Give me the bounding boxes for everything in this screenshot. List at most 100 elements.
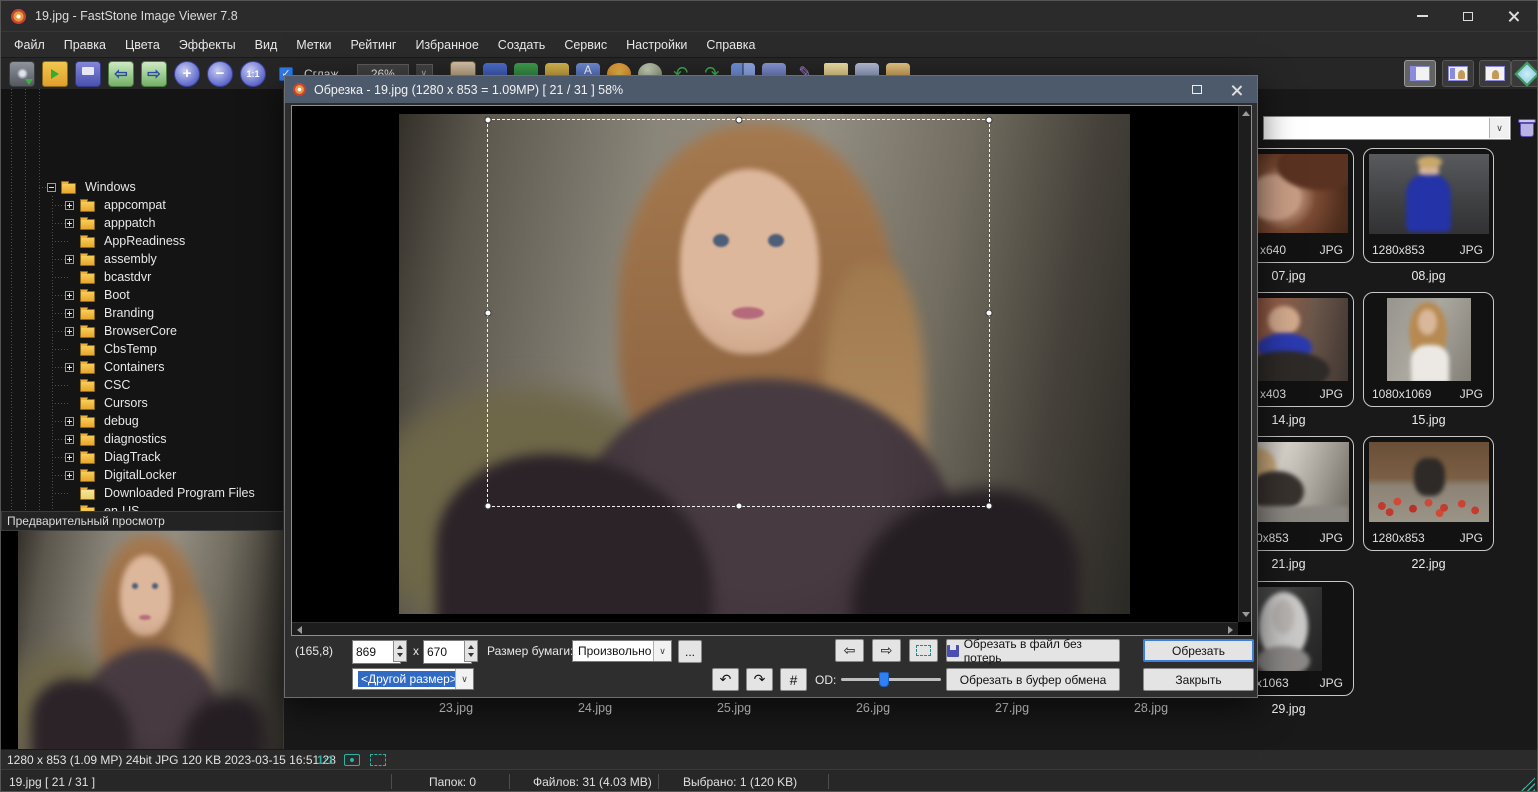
tree-item-Cursors[interactable]: Cursors <box>1 394 283 412</box>
tree-item-AppReadiness[interactable]: AppReadiness <box>1 232 283 250</box>
menu-item-3[interactable]: Эффекты <box>179 38 236 52</box>
fit-selection-icon[interactable] <box>370 754 386 766</box>
next-image-icon[interactable]: ⇨ <box>141 61 167 87</box>
next-image-button[interactable]: ⇨ <box>872 639 901 662</box>
size-preset-combobox[interactable]: <Другой размер> ∨ <box>352 668 474 690</box>
od-slider-track[interactable] <box>841 678 941 681</box>
prev-image-button[interactable]: ⇦ <box>835 639 864 662</box>
file-label-25.jpg[interactable]: 25.jpg <box>717 701 751 715</box>
lossless-crop-button[interactable]: Обрезать в файл без потерь <box>946 639 1120 662</box>
tree-item-DiagTrack[interactable]: DiagTrack <box>1 448 283 466</box>
crop-handle-w[interactable] <box>485 310 492 317</box>
open-folder-icon[interactable] <box>42 61 68 87</box>
tree-item-Downloaded Program Files[interactable]: Downloaded Program Files <box>1 484 283 502</box>
tree-item-DigitalLocker[interactable]: DigitalLocker <box>1 466 283 484</box>
menu-item-4[interactable]: Вид <box>255 38 278 52</box>
collapse-toggle-icon[interactable] <box>47 183 56 192</box>
tree-item-assembly[interactable]: assembly <box>1 250 283 268</box>
crop-width-stepper[interactable] <box>393 640 407 662</box>
preset-dropdown-icon[interactable]: ∨ <box>455 669 473 689</box>
maximize-button[interactable] <box>1445 1 1491 31</box>
path-combobox[interactable]: ∨ <box>1263 116 1511 140</box>
file-label-27.jpg[interactable]: 27.jpg <box>995 701 1029 715</box>
dialog-close-button[interactable] <box>1217 76 1257 103</box>
crop-to-clipboard-button[interactable]: Обрезать в буфер обмена <box>946 668 1120 691</box>
dialog-close-action-button[interactable]: Закрыть <box>1143 668 1254 691</box>
resize-grip[interactable] <box>1521 777 1535 791</box>
tree-item-BrowserCore[interactable]: BrowserCore <box>1 322 283 340</box>
scroll-left-icon[interactable] <box>297 626 302 634</box>
expand-toggle-icon[interactable] <box>65 435 74 444</box>
file-label-26.jpg[interactable]: 26.jpg <box>856 701 890 715</box>
menu-item-8[interactable]: Создать <box>498 38 546 52</box>
tree-item-bcastdvr[interactable]: bcastdvr <box>1 268 283 286</box>
paper-more-button[interactable]: ... <box>678 640 702 663</box>
delete-trash-icon[interactable] <box>1517 117 1537 139</box>
expand-toggle-icon[interactable] <box>65 219 74 228</box>
crop-height-stepper[interactable] <box>464 640 478 662</box>
preview-photo[interactable] <box>18 531 284 749</box>
expand-toggle-icon[interactable] <box>65 291 74 300</box>
menu-item-11[interactable]: Справка <box>706 38 755 52</box>
expand-toggle-icon[interactable] <box>65 453 74 462</box>
thumbnail-15.jpg[interactable]: 1080x1069JPG15.jpg <box>1363 292 1494 407</box>
paper-size-combobox[interactable]: Произвольно ∨ <box>572 640 672 662</box>
menu-item-9[interactable]: Сервис <box>564 38 607 52</box>
tree-item-Windows[interactable]: Windows <box>1 178 283 196</box>
acquire-camera-icon[interactable] <box>9 61 35 87</box>
vertical-scrollbar[interactable] <box>1238 106 1251 622</box>
menu-item-0[interactable]: Файл <box>14 38 45 52</box>
tree-item-Boot[interactable]: Boot <box>1 286 283 304</box>
menu-item-5[interactable]: Метки <box>296 38 331 52</box>
expand-toggle-icon[interactable] <box>65 363 74 372</box>
file-label-24.jpg[interactable]: 24.jpg <box>578 701 612 715</box>
fullscreen-button[interactable] <box>1511 60 1538 87</box>
zoom-out-icon[interactable]: − <box>207 61 233 87</box>
tree-item-en-US[interactable]: en-US <box>1 502 283 511</box>
actual-size-icon[interactable]: 1:1 <box>240 61 266 87</box>
tree-item-appcompat[interactable]: appcompat <box>1 196 283 214</box>
close-button[interactable] <box>1491 1 1537 31</box>
expand-toggle-icon[interactable] <box>65 309 74 318</box>
scroll-up-icon[interactable] <box>1242 111 1250 116</box>
expand-toggle-icon[interactable] <box>65 471 74 480</box>
crop-canvas[interactable] <box>291 105 1252 636</box>
crop-handle-ne[interactable] <box>986 117 993 124</box>
scroll-down-icon[interactable] <box>1242 612 1250 617</box>
expand-toggle-icon[interactable] <box>65 201 74 210</box>
crop-handle-nw[interactable] <box>485 117 492 124</box>
view-image-button[interactable] <box>1479 60 1511 87</box>
maximize-selection-button[interactable] <box>909 639 938 662</box>
crop-handle-n[interactable] <box>735 117 742 124</box>
crop-handle-se[interactable] <box>986 503 993 510</box>
crop-handle-s[interactable] <box>735 503 742 510</box>
tree-item-debug[interactable]: debug <box>1 412 283 430</box>
thumbnail-08.jpg[interactable]: 1280x853JPG08.jpg <box>1363 148 1494 263</box>
od-slider-thumb[interactable] <box>879 672 889 687</box>
paper-dropdown-icon[interactable]: ∨ <box>653 641 671 661</box>
expand-toggle-icon[interactable] <box>65 417 74 426</box>
tree-item-CSC[interactable]: CSC <box>1 376 283 394</box>
rotate-left-button[interactable]: ↶ <box>712 668 739 691</box>
dialog-title-bar[interactable]: Обрезка - 19.jpg (1280 x 853 = 1.09MP) [… <box>285 76 1257 103</box>
view-split-button[interactable] <box>1442 60 1474 87</box>
minimize-button[interactable] <box>1399 1 1445 31</box>
path-dropdown-icon[interactable]: ∨ <box>1489 118 1509 138</box>
scroll-right-icon[interactable] <box>1228 626 1233 634</box>
view-browser-button[interactable] <box>1404 60 1436 87</box>
menu-item-2[interactable]: Цвета <box>125 38 160 52</box>
horizontal-scrollbar[interactable] <box>292 622 1238 635</box>
pan-tool-icon[interactable] <box>344 754 360 766</box>
crop-selection[interactable] <box>487 119 990 507</box>
tree-item-CbsTemp[interactable]: CbsTemp <box>1 340 283 358</box>
menu-item-7[interactable]: Избранное <box>415 38 478 52</box>
previous-image-icon[interactable]: ⇦ <box>108 61 134 87</box>
tree-item-Containers[interactable]: Containers <box>1 358 283 376</box>
tree-item-Branding[interactable]: Branding <box>1 304 283 322</box>
menu-item-10[interactable]: Настройки <box>626 38 687 52</box>
menu-item-6[interactable]: Рейтинг <box>351 38 397 52</box>
tree-item-apppatch[interactable]: apppatch <box>1 214 283 232</box>
crop-button[interactable]: Обрезать <box>1143 639 1254 662</box>
thumbnail-22.jpg[interactable]: 1280x853JPG22.jpg <box>1363 436 1494 551</box>
crop-handle-e[interactable] <box>986 310 993 317</box>
